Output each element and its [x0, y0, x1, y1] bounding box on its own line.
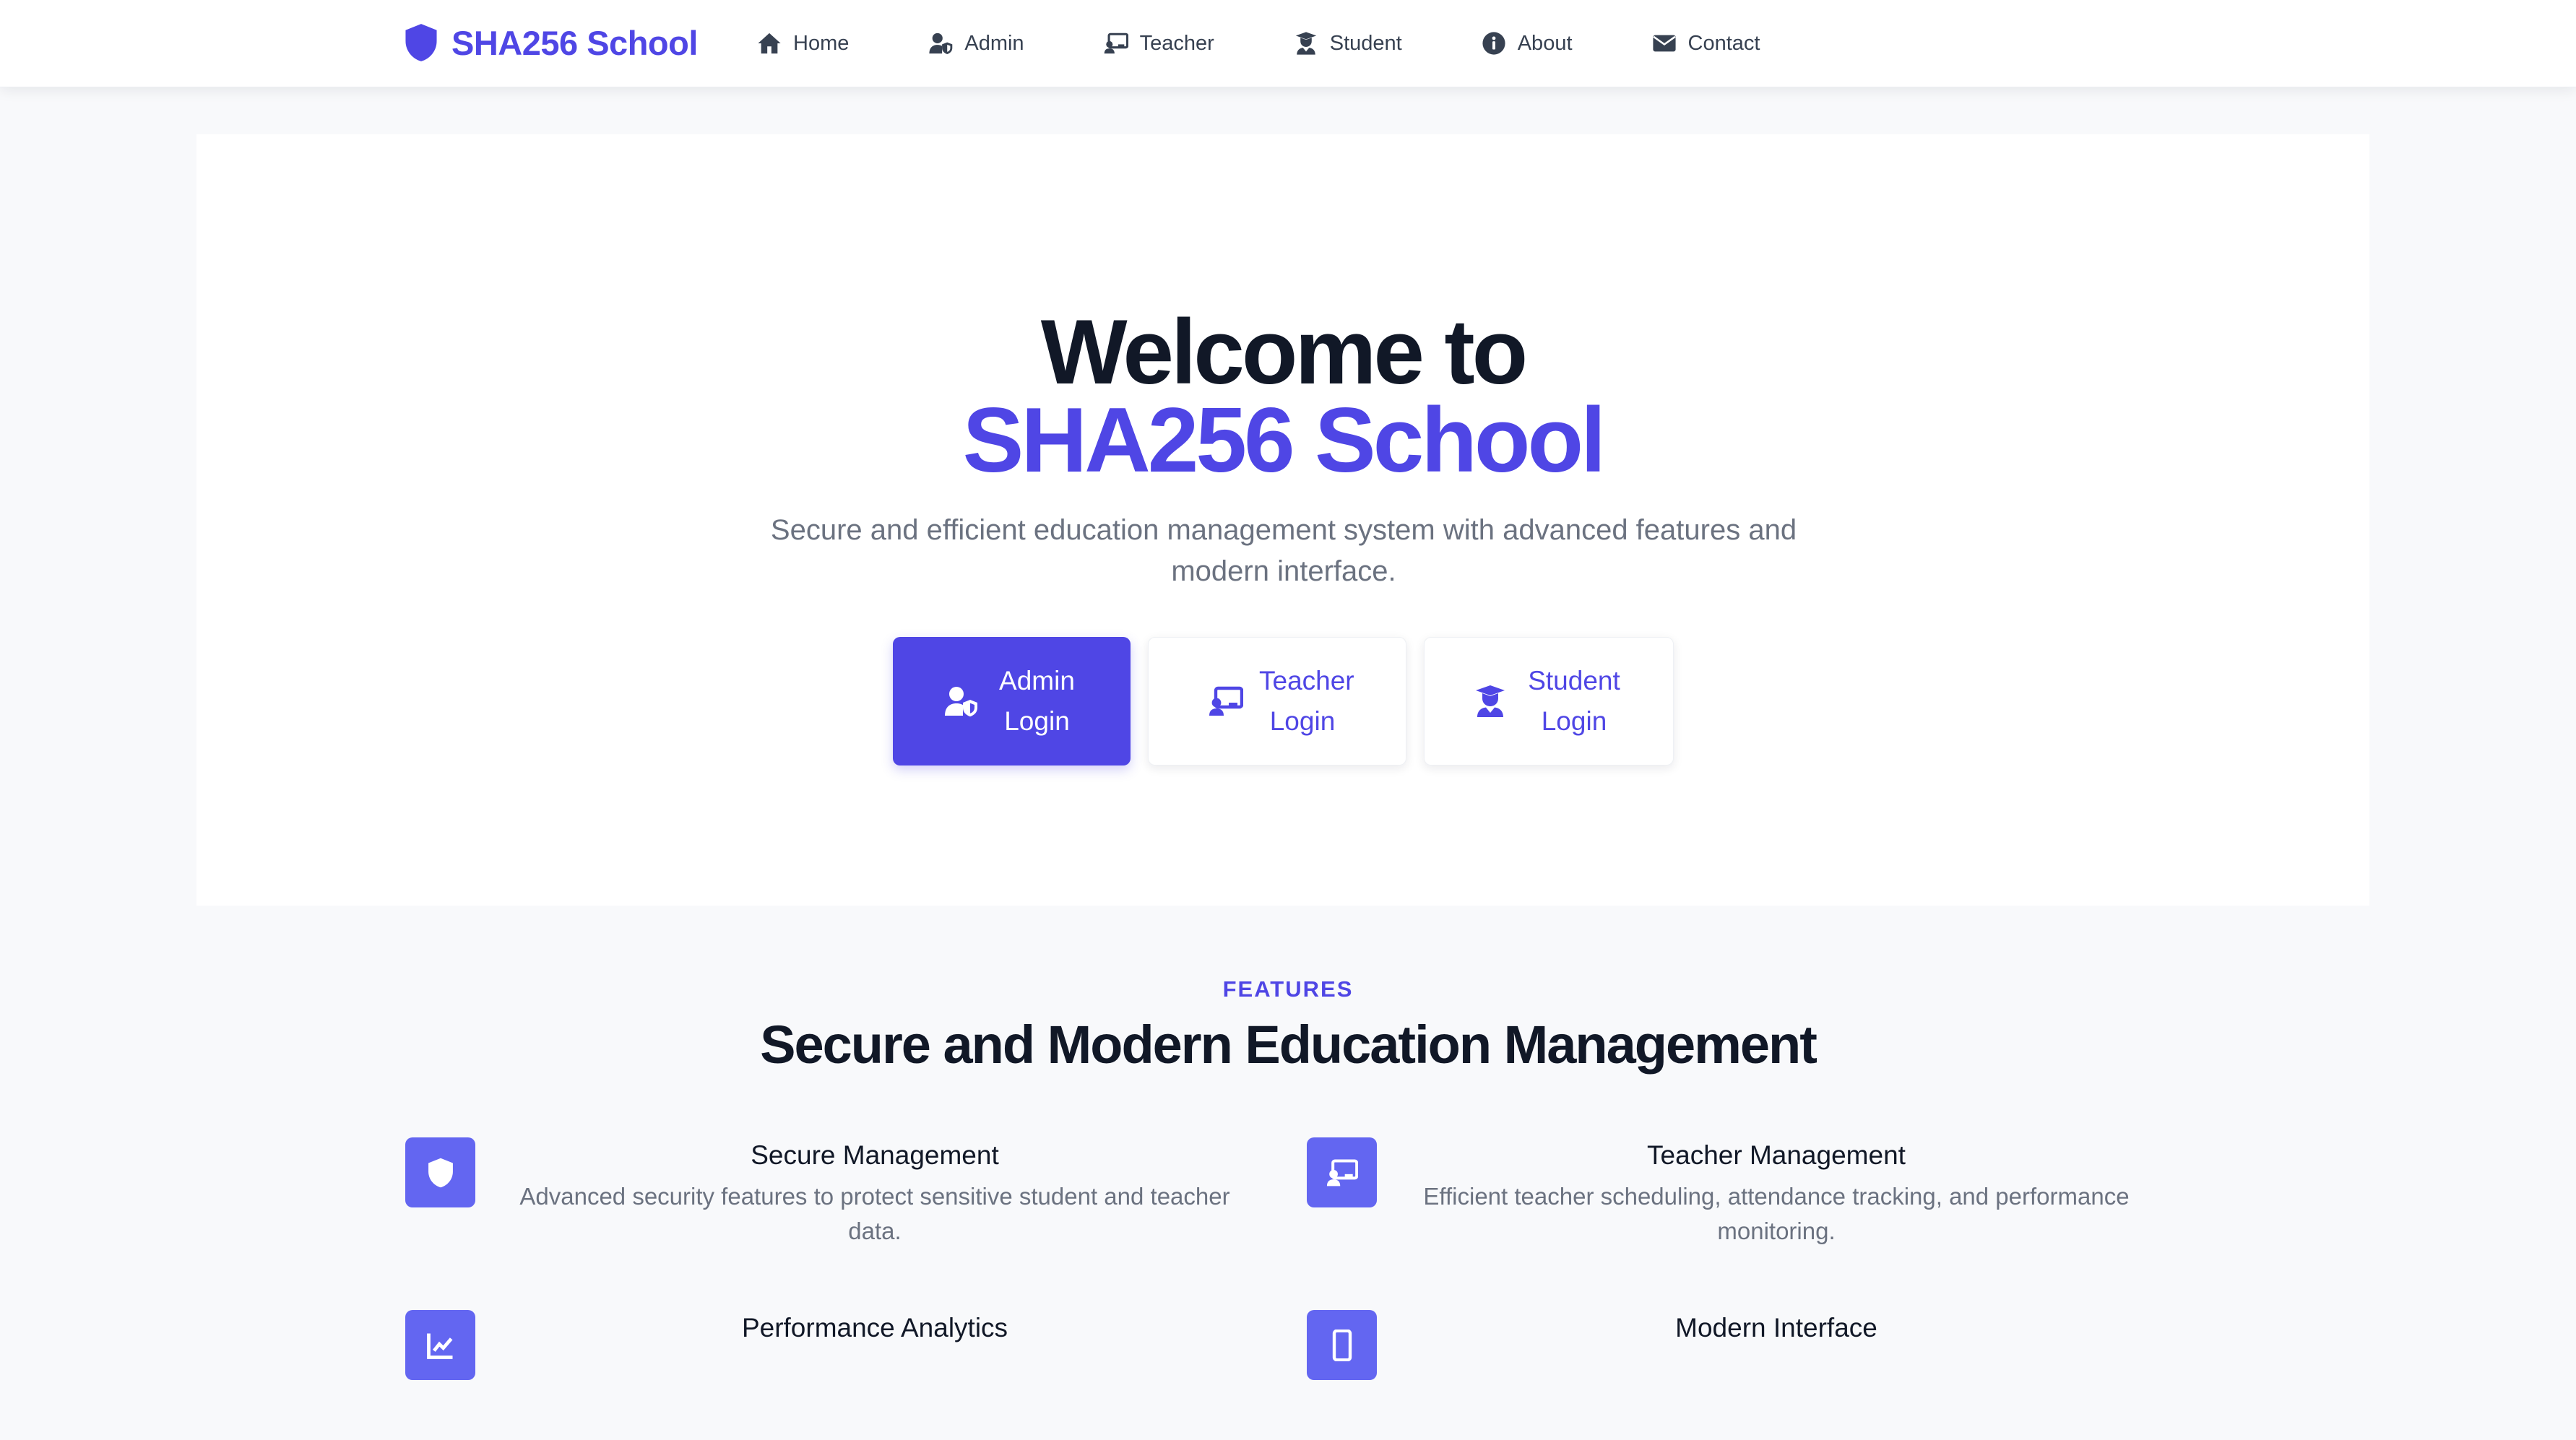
hero-title-line1: Welcome to [1040, 300, 1528, 403]
teacher-login-button[interactable]: Teacher Login [1148, 637, 1406, 765]
nav-item-label: Contact [1687, 31, 1760, 55]
info-circle-icon [1482, 32, 1505, 55]
nav-item-contact[interactable]: Contact [1652, 31, 1760, 56]
shield-icon [405, 24, 437, 61]
features-eyebrow: FEATURES [1222, 976, 1354, 1002]
brand-name: SHA256 School [451, 23, 698, 62]
feature-icon-box [405, 1310, 475, 1380]
feature-icon-box [1307, 1137, 1377, 1207]
feature-card: Performance Analytics [405, 1310, 1236, 1440]
feature-card: Teacher Management Efficient teacher sch… [1307, 1137, 2138, 1267]
brand-link[interactable]: SHA256 School [402, 19, 698, 66]
shield-icon [428, 1158, 453, 1187]
nav-item-teacher[interactable]: Teacher [1104, 31, 1214, 56]
feature-title: Performance Analytics [741, 1313, 1008, 1343]
features-title: Secure and Modern Education Management [760, 1015, 1818, 1075]
hero-title: Welcome to SHA256 School [196, 300, 2369, 491]
mobile-icon [1332, 1329, 1352, 1361]
feature-icon-box [1307, 1310, 1377, 1380]
nav-links: Home Admin Teacher Student About Contact [757, 22, 1760, 65]
feature-text: Teacher Management Efficient teacher sch… [1415, 1137, 2138, 1249]
user-graduate-icon [1476, 685, 1505, 717]
feature-title: Secure Management [751, 1140, 999, 1170]
login-buttons: Admin Login Teacher Login Student Login [893, 637, 1674, 765]
nav-item-about[interactable]: About [1482, 31, 1573, 56]
nav-item-student[interactable]: Student [1294, 31, 1402, 56]
teacher-login-label: Teacher Login [1259, 666, 1354, 736]
hero-subtitle: Secure and efficient education managemen… [770, 514, 1797, 587]
navbar: SHA256 School Home Admin Teacher Student… [0, 0, 2576, 87]
user-shield-icon [944, 687, 977, 717]
feature-description: Efficient teacher scheduling, attendance… [1423, 1183, 2130, 1244]
nav-item-home[interactable]: Home [757, 31, 849, 56]
nav-item-label: Admin [964, 31, 1024, 55]
user-graduate-icon [1295, 32, 1316, 55]
nav-item-label: Teacher [1139, 31, 1214, 55]
chart-line-icon [426, 1333, 452, 1359]
feature-description: Advanced security features to protect se… [519, 1183, 1230, 1244]
feature-card: Modern Interface [1307, 1310, 2138, 1440]
chalkboard-teacher-icon [1104, 32, 1128, 54]
nav-item-admin[interactable]: Admin [928, 31, 1024, 56]
nav-item-label: About [1517, 31, 1573, 55]
student-login-button[interactable]: Student Login [1424, 637, 1674, 765]
feature-text: Performance Analytics [514, 1310, 1236, 1352]
admin-login-button[interactable]: Admin Login [893, 637, 1131, 765]
hero-title-line2: SHA256 School [962, 389, 1607, 491]
nav-item-label: Home [793, 31, 850, 55]
user-shield-icon [929, 32, 953, 55]
feature-icon-box [405, 1137, 475, 1207]
admin-login-label: Admin Login [999, 666, 1075, 736]
home-icon [758, 32, 781, 54]
feature-title: Modern Interface [1675, 1313, 1877, 1343]
chalkboard-teacher-icon [1326, 1158, 1358, 1186]
feature-title: Teacher Management [1647, 1140, 1906, 1170]
student-login-label: Student Login [1528, 666, 1620, 736]
hero-section: Welcome to SHA256 School Secure and effi… [196, 134, 2369, 906]
envelope-icon [1652, 35, 1676, 52]
feature-card: Secure Management Advanced security feat… [405, 1137, 1236, 1267]
nav-item-label: Student [1329, 31, 1402, 55]
feature-text: Modern Interface [1415, 1310, 2138, 1352]
feature-text: Secure Management Advanced security feat… [514, 1137, 1236, 1249]
chalkboard-teacher-icon [1209, 686, 1243, 716]
